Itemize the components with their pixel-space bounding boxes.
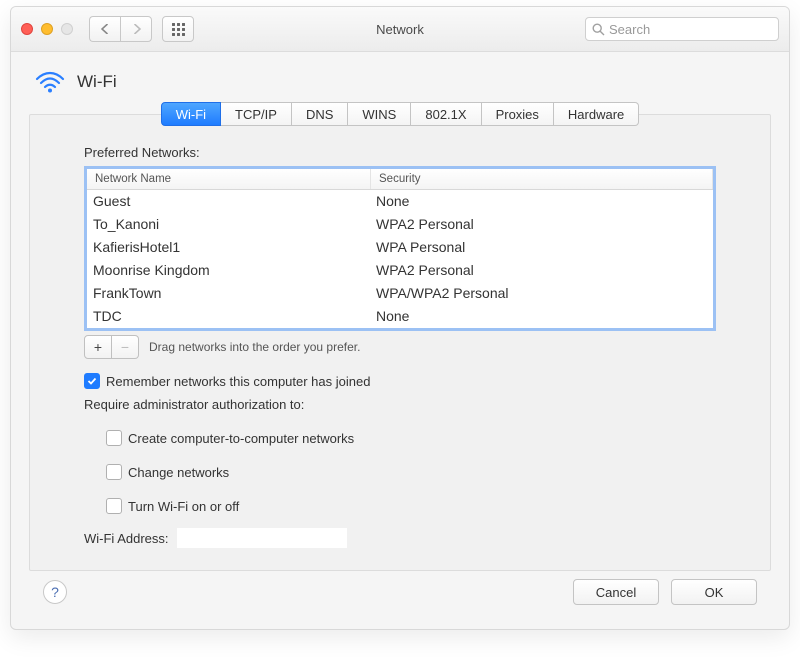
remove-network-button: − bbox=[112, 335, 139, 359]
minus-icon: − bbox=[121, 339, 129, 355]
add-remove-group: + − bbox=[84, 335, 139, 359]
table-row[interactable]: TDC None bbox=[87, 305, 713, 328]
titlebar: Network Search bbox=[11, 7, 789, 52]
close-icon[interactable] bbox=[21, 23, 33, 35]
network-prefs-window: Network Search Wi-Fi Wi-Fi TCP/IP DNS WI… bbox=[10, 6, 790, 630]
col-network-name[interactable]: Network Name bbox=[87, 169, 371, 189]
admin-check-label: Create computer-to-computer networks bbox=[128, 431, 354, 446]
wifi-panel: Preferred Networks: Network Name Securit… bbox=[29, 114, 771, 571]
remember-networks-label: Remember networks this computer has join… bbox=[106, 374, 370, 389]
check-icon bbox=[87, 376, 97, 386]
pane-header: Wi-Fi bbox=[35, 70, 765, 94]
page-title: Wi-Fi bbox=[77, 72, 117, 92]
tab-hardware[interactable]: Hardware bbox=[554, 102, 639, 126]
admin-check-label: Turn Wi-Fi on or off bbox=[128, 499, 239, 514]
tabs: Wi-Fi TCP/IP DNS WINS 802.1X Proxies Har… bbox=[29, 102, 771, 126]
plus-icon: + bbox=[94, 339, 102, 355]
admin-auth-title: Require administrator authorization to: bbox=[84, 397, 716, 412]
traffic-lights bbox=[21, 23, 73, 35]
wifi-address-label: Wi-Fi Address: bbox=[84, 531, 169, 546]
nav-back-button[interactable] bbox=[89, 16, 120, 42]
tab-wins[interactable]: WINS bbox=[348, 102, 411, 126]
tab-8021x[interactable]: 802.1X bbox=[411, 102, 481, 126]
col-security[interactable]: Security bbox=[371, 169, 713, 189]
search-icon bbox=[592, 23, 605, 36]
tab-proxies[interactable]: Proxies bbox=[482, 102, 554, 126]
wifi-icon bbox=[35, 70, 65, 94]
grid-icon bbox=[172, 23, 185, 36]
show-all-button[interactable] bbox=[162, 16, 194, 42]
table-header: Network Name Security bbox=[87, 169, 713, 190]
help-button[interactable]: ? bbox=[43, 580, 67, 604]
preferred-networks-table[interactable]: Network Name Security Guest None To_Kano… bbox=[84, 166, 716, 331]
table-row[interactable]: FrankTown WPA/WPA2 Personal bbox=[87, 282, 713, 305]
table-row[interactable]: To_Kanoni WPA2 Personal bbox=[87, 213, 713, 236]
zoom-icon bbox=[61, 23, 73, 35]
remember-networks-checkbox[interactable] bbox=[84, 373, 100, 389]
admin-check-toggle-wifi[interactable] bbox=[106, 498, 122, 514]
cancel-button[interactable]: Cancel bbox=[573, 579, 659, 605]
ok-button[interactable]: OK bbox=[671, 579, 757, 605]
minimize-icon[interactable] bbox=[41, 23, 53, 35]
table-row[interactable]: Moonrise Kingdom WPA2 Personal bbox=[87, 259, 713, 282]
search-placeholder: Search bbox=[609, 22, 650, 37]
table-row[interactable]: Guest None bbox=[87, 190, 713, 213]
search-input[interactable]: Search bbox=[585, 17, 779, 41]
admin-check-create-adhoc[interactable] bbox=[106, 430, 122, 446]
tab-wifi[interactable]: Wi-Fi bbox=[161, 102, 221, 126]
nav-back-forward bbox=[89, 16, 152, 42]
tab-tcpip[interactable]: TCP/IP bbox=[221, 102, 292, 126]
preferred-networks-label: Preferred Networks: bbox=[84, 145, 716, 160]
admin-check-label: Change networks bbox=[128, 465, 229, 480]
reorder-hint: Drag networks into the order you prefer. bbox=[149, 340, 360, 354]
admin-check-change-networks[interactable] bbox=[106, 464, 122, 480]
tab-dns[interactable]: DNS bbox=[292, 102, 348, 126]
wifi-address-value bbox=[177, 528, 347, 548]
nav-forward-button[interactable] bbox=[120, 16, 152, 42]
help-icon: ? bbox=[51, 584, 59, 600]
table-row[interactable]: KafierisHotel1 WPA Personal bbox=[87, 236, 713, 259]
add-network-button[interactable]: + bbox=[84, 335, 112, 359]
